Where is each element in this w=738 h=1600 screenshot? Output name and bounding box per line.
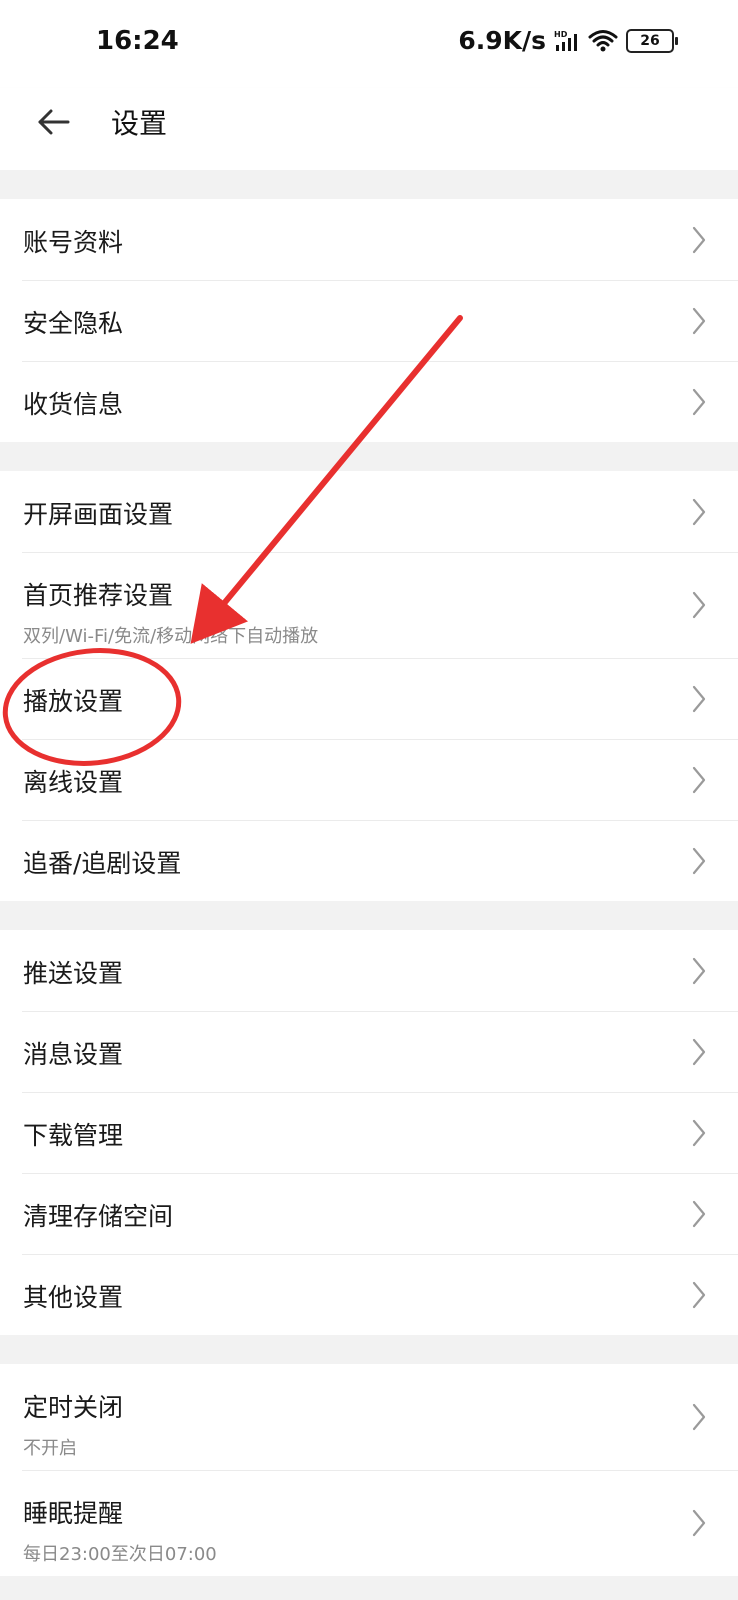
settings-group-account: 账号资料 安全隐私 收货信息 [0, 199, 738, 442]
settings-item-label: 收货信息 [23, 390, 124, 419]
chevron-right-icon [692, 1403, 706, 1431]
settings-item-label: 定时关闭 [23, 1393, 124, 1422]
settings-item-label: 首页推荐设置 [23, 581, 174, 610]
settings-item-follow-series[interactable]: 追番/追剧设置 [0, 820, 738, 901]
app-header: 设置 [0, 88, 738, 170]
chevron-right-icon [692, 1038, 706, 1066]
settings-item-sleep-timer[interactable]: 定时关闭 不开启 [0, 1364, 738, 1470]
section-divider [0, 1335, 738, 1364]
settings-item-label: 追番/追剧设置 [23, 849, 182, 878]
chevron-right-icon [692, 766, 706, 794]
settings-item-other[interactable]: 其他设置 [0, 1254, 738, 1335]
settings-item-home-recommend[interactable]: 首页推荐设置 双列/Wi-Fi/免流/移动网络下自动播放 [0, 552, 738, 658]
chevron-right-icon [692, 1281, 706, 1309]
chevron-right-icon [692, 1509, 706, 1537]
status-indicators: 6.9K/s HD 26 [458, 26, 678, 55]
chevron-right-icon [692, 1119, 706, 1147]
settings-item-label: 安全隐私 [23, 309, 124, 338]
settings-item-account-profile[interactable]: 账号资料 [0, 199, 738, 280]
settings-item-label: 下载管理 [23, 1121, 124, 1150]
wifi-icon [588, 29, 618, 51]
settings-group-playback: 开屏画面设置 首页推荐设置 双列/Wi-Fi/免流/移动网络下自动播放 播放设置… [0, 471, 738, 901]
network-speed: 6.9K/s [458, 26, 546, 55]
settings-item-label: 离线设置 [23, 768, 124, 797]
settings-item-label: 睡眠提醒 [23, 1499, 124, 1528]
settings-item-messages[interactable]: 消息设置 [0, 1011, 738, 1092]
settings-item-label: 开屏画面设置 [23, 500, 174, 529]
settings-item-label: 账号资料 [23, 228, 124, 257]
settings-item-clear-storage[interactable]: 清理存储空间 [0, 1173, 738, 1254]
status-bar: 16:24 6.9K/s HD 26 [0, 0, 738, 88]
settings-item-subtitle: 不开启 [23, 1438, 77, 1459]
settings-item-playback[interactable]: 播放设置 [0, 658, 738, 739]
settings-item-label: 推送设置 [23, 959, 124, 988]
back-arrow-icon[interactable] [34, 102, 74, 142]
chevron-right-icon [692, 226, 706, 254]
settings-item-subtitle: 双列/Wi-Fi/免流/移动网络下自动播放 [23, 626, 319, 647]
chevron-right-icon [692, 388, 706, 416]
section-divider [0, 442, 738, 471]
battery-icon: 26 [626, 28, 678, 53]
settings-item-label: 播放设置 [23, 687, 124, 716]
settings-item-subtitle: 每日23:00至次日07:00 [23, 1544, 217, 1565]
signal-icon: HD [554, 30, 577, 51]
settings-item-label: 清理存储空间 [23, 1202, 174, 1231]
settings-item-offline[interactable]: 离线设置 [0, 739, 738, 820]
settings-item-shipping-info[interactable]: 收货信息 [0, 361, 738, 442]
chevron-right-icon [692, 591, 706, 619]
chevron-right-icon [692, 685, 706, 713]
settings-item-sleep-reminder[interactable]: 睡眠提醒 每日23:00至次日07:00 [0, 1470, 738, 1576]
section-divider [0, 901, 738, 930]
settings-item-label: 消息设置 [23, 1040, 124, 1069]
settings-group-timer: 定时关闭 不开启 睡眠提醒 每日23:00至次日07:00 [0, 1364, 738, 1576]
chevron-right-icon [692, 498, 706, 526]
settings-item-downloads[interactable]: 下载管理 [0, 1092, 738, 1173]
settings-item-security-privacy[interactable]: 安全隐私 [0, 280, 738, 361]
settings-item-label: 其他设置 [23, 1283, 124, 1312]
chevron-right-icon [692, 847, 706, 875]
chevron-right-icon [692, 1200, 706, 1228]
settings-item-splash-screen[interactable]: 开屏画面设置 [0, 471, 738, 552]
settings-group-general: 推送设置 消息设置 下载管理 清理存储空间 其他设置 [0, 930, 738, 1335]
chevron-right-icon [692, 307, 706, 335]
settings-list: 账号资料 安全隐私 收货信息 开屏画面设置 首页推荐设置 双列/Wi-Fi/免流… [0, 170, 738, 1576]
svg-text:HD: HD [554, 30, 568, 39]
page-title: 设置 [111, 107, 168, 140]
status-time: 16:24 [96, 26, 179, 56]
section-divider [0, 170, 738, 199]
settings-item-push[interactable]: 推送设置 [0, 930, 738, 1011]
chevron-right-icon [692, 957, 706, 985]
